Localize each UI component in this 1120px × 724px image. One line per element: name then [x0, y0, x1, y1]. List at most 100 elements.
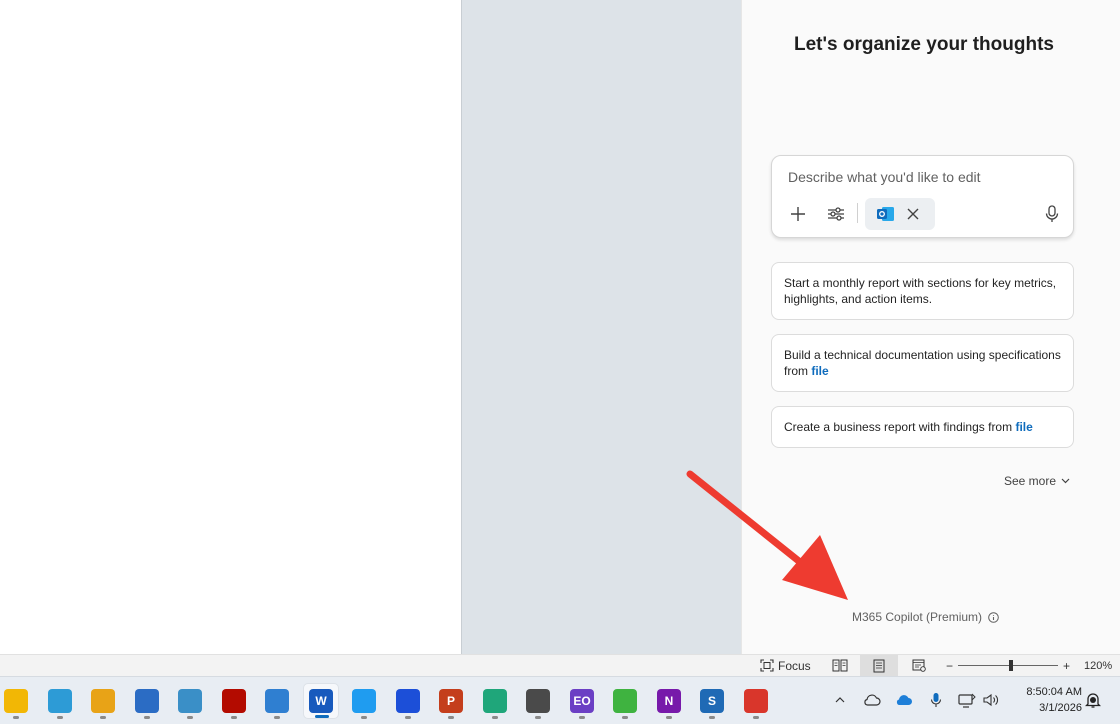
taskbar-app-snagit[interactable]: S	[694, 683, 730, 719]
document-page[interactable]	[0, 0, 461, 654]
add-button[interactable]	[784, 200, 812, 228]
zoom-slider[interactable]	[958, 655, 1058, 676]
web-layout-icon	[912, 659, 926, 672]
suggestion-card-1[interactable]: Start a monthly report with sections for…	[771, 262, 1074, 320]
notifications-button[interactable]	[1082, 689, 1104, 711]
close-icon[interactable]	[907, 208, 919, 220]
see-more-button[interactable]: See more	[1004, 474, 1070, 488]
web-layout-button[interactable]	[912, 655, 926, 676]
taskbar-app-acrobat[interactable]	[216, 683, 252, 719]
zoom-minus-label: −	[946, 658, 954, 673]
running-indicator	[144, 716, 150, 719]
plus-icon	[791, 207, 805, 221]
taskbar-app-network-app[interactable]	[42, 683, 78, 719]
snagit-icon: S	[700, 689, 724, 713]
zoom-level[interactable]: 120%	[1084, 655, 1112, 676]
network-button[interactable]	[956, 689, 978, 711]
chevron-down-icon	[1061, 478, 1070, 484]
zoom-plus-label: +	[1063, 658, 1071, 673]
taskbar-app-notepad[interactable]	[172, 683, 208, 719]
status-bar: Focus − + 120%	[0, 654, 1120, 676]
network-icon	[958, 693, 976, 708]
prompt-box[interactable]	[771, 155, 1074, 238]
info-icon[interactable]	[988, 611, 999, 623]
taskbar-app-vscode[interactable]	[346, 683, 382, 719]
print-layout-button[interactable]	[860, 655, 898, 676]
running-indicator	[622, 716, 628, 719]
cloud-icon	[864, 694, 881, 706]
suggestion-text: Start a monthly report with sections for…	[784, 276, 1057, 306]
vscode-icon	[352, 689, 376, 713]
taskbar-app-notes-app[interactable]	[85, 683, 121, 719]
edge-icon	[483, 689, 507, 713]
running-indicator	[666, 716, 672, 719]
running-indicator	[535, 716, 541, 719]
show-hidden-icons-button[interactable]	[829, 689, 851, 711]
focus-label: Focus	[778, 658, 811, 673]
see-more-label: See more	[1004, 474, 1057, 488]
focus-button[interactable]: Focus	[760, 655, 811, 676]
running-indicator	[315, 715, 329, 718]
onedrive-button[interactable]	[893, 689, 915, 711]
file-explorer-icon	[4, 689, 28, 713]
notepad-icon	[178, 689, 202, 713]
taskbar-app-powerpoint[interactable]: P	[433, 683, 469, 719]
suggestion-text: Create a business report with findings f…	[784, 420, 1016, 434]
taskbar: W P EO N S 8:50:04 AM 3/1/2026	[0, 676, 1120, 724]
copilot-pane: Let's organize your thoughts Describe wh…	[741, 0, 1120, 654]
volume-button[interactable]	[980, 689, 1002, 711]
context-chip[interactable]	[865, 198, 935, 230]
taskbar-app-remote-desktop[interactable]	[129, 683, 165, 719]
file-link[interactable]: file	[1015, 420, 1032, 434]
taskbar-app-camtasia[interactable]	[607, 683, 643, 719]
model-name: M365 Copilot (Premium)	[852, 610, 983, 624]
clock[interactable]: 8:50:04 AM 3/1/2026	[1010, 684, 1082, 716]
prompt-input[interactable]	[788, 169, 1048, 185]
taskbar-app-file-explorer[interactable]	[0, 683, 34, 719]
camtasia-red-icon	[744, 689, 768, 713]
clock-date: 3/1/2026	[1039, 702, 1082, 714]
microphone-icon	[930, 693, 942, 707]
powerpoint-icon: P	[439, 689, 463, 713]
taskbar-app-onenote[interactable]: N	[651, 683, 687, 719]
document-gutter	[461, 0, 741, 654]
running-indicator	[13, 716, 19, 719]
zoom-in-button[interactable]: +	[1063, 655, 1070, 676]
taskbar-app-edge[interactable]	[477, 683, 513, 719]
arc-icon	[396, 689, 420, 713]
cloud-status-button[interactable]	[861, 689, 883, 711]
running-indicator	[448, 716, 454, 719]
running-indicator	[187, 716, 193, 719]
suggestion-card-3[interactable]: Create a business report with findings f…	[771, 406, 1074, 448]
toolbar-divider	[857, 203, 858, 223]
copilot-title: Let's organize your thoughts	[794, 34, 1054, 55]
running-indicator	[709, 716, 715, 719]
model-label: M365 Copilot (Premium)	[852, 610, 999, 624]
running-indicator	[492, 716, 498, 719]
taskbar-app-printer-app[interactable]	[520, 683, 556, 719]
running-indicator	[579, 716, 585, 719]
word-icon: W	[309, 689, 333, 713]
photos-icon	[265, 689, 289, 713]
acrobat-icon	[222, 689, 246, 713]
zoom-track	[958, 665, 1058, 666]
read-mode-icon	[832, 659, 848, 672]
zoom-out-button[interactable]: −	[946, 655, 953, 676]
notification-bell-icon	[1085, 693, 1101, 708]
taskbar-app-word[interactable]: W	[303, 683, 339, 719]
microphone-button[interactable]	[1038, 200, 1066, 228]
running-indicator	[274, 716, 280, 719]
running-indicator	[231, 716, 237, 719]
suggestion-card-2[interactable]: Build a technical documentation using sp…	[771, 334, 1074, 392]
microphone-tray-button[interactable]	[925, 689, 947, 711]
printer-app-icon	[526, 689, 550, 713]
zoom-thumb[interactable]	[1009, 660, 1013, 671]
taskbar-app-camtasia-red[interactable]	[738, 683, 774, 719]
chevron-up-icon	[835, 697, 845, 703]
taskbar-app-reader-app[interactable]: EO	[564, 683, 600, 719]
read-mode-button[interactable]	[832, 655, 848, 676]
settings-button[interactable]	[822, 200, 850, 228]
taskbar-app-arc[interactable]	[390, 683, 426, 719]
taskbar-app-photos[interactable]	[259, 683, 295, 719]
file-link[interactable]: file	[811, 364, 828, 378]
